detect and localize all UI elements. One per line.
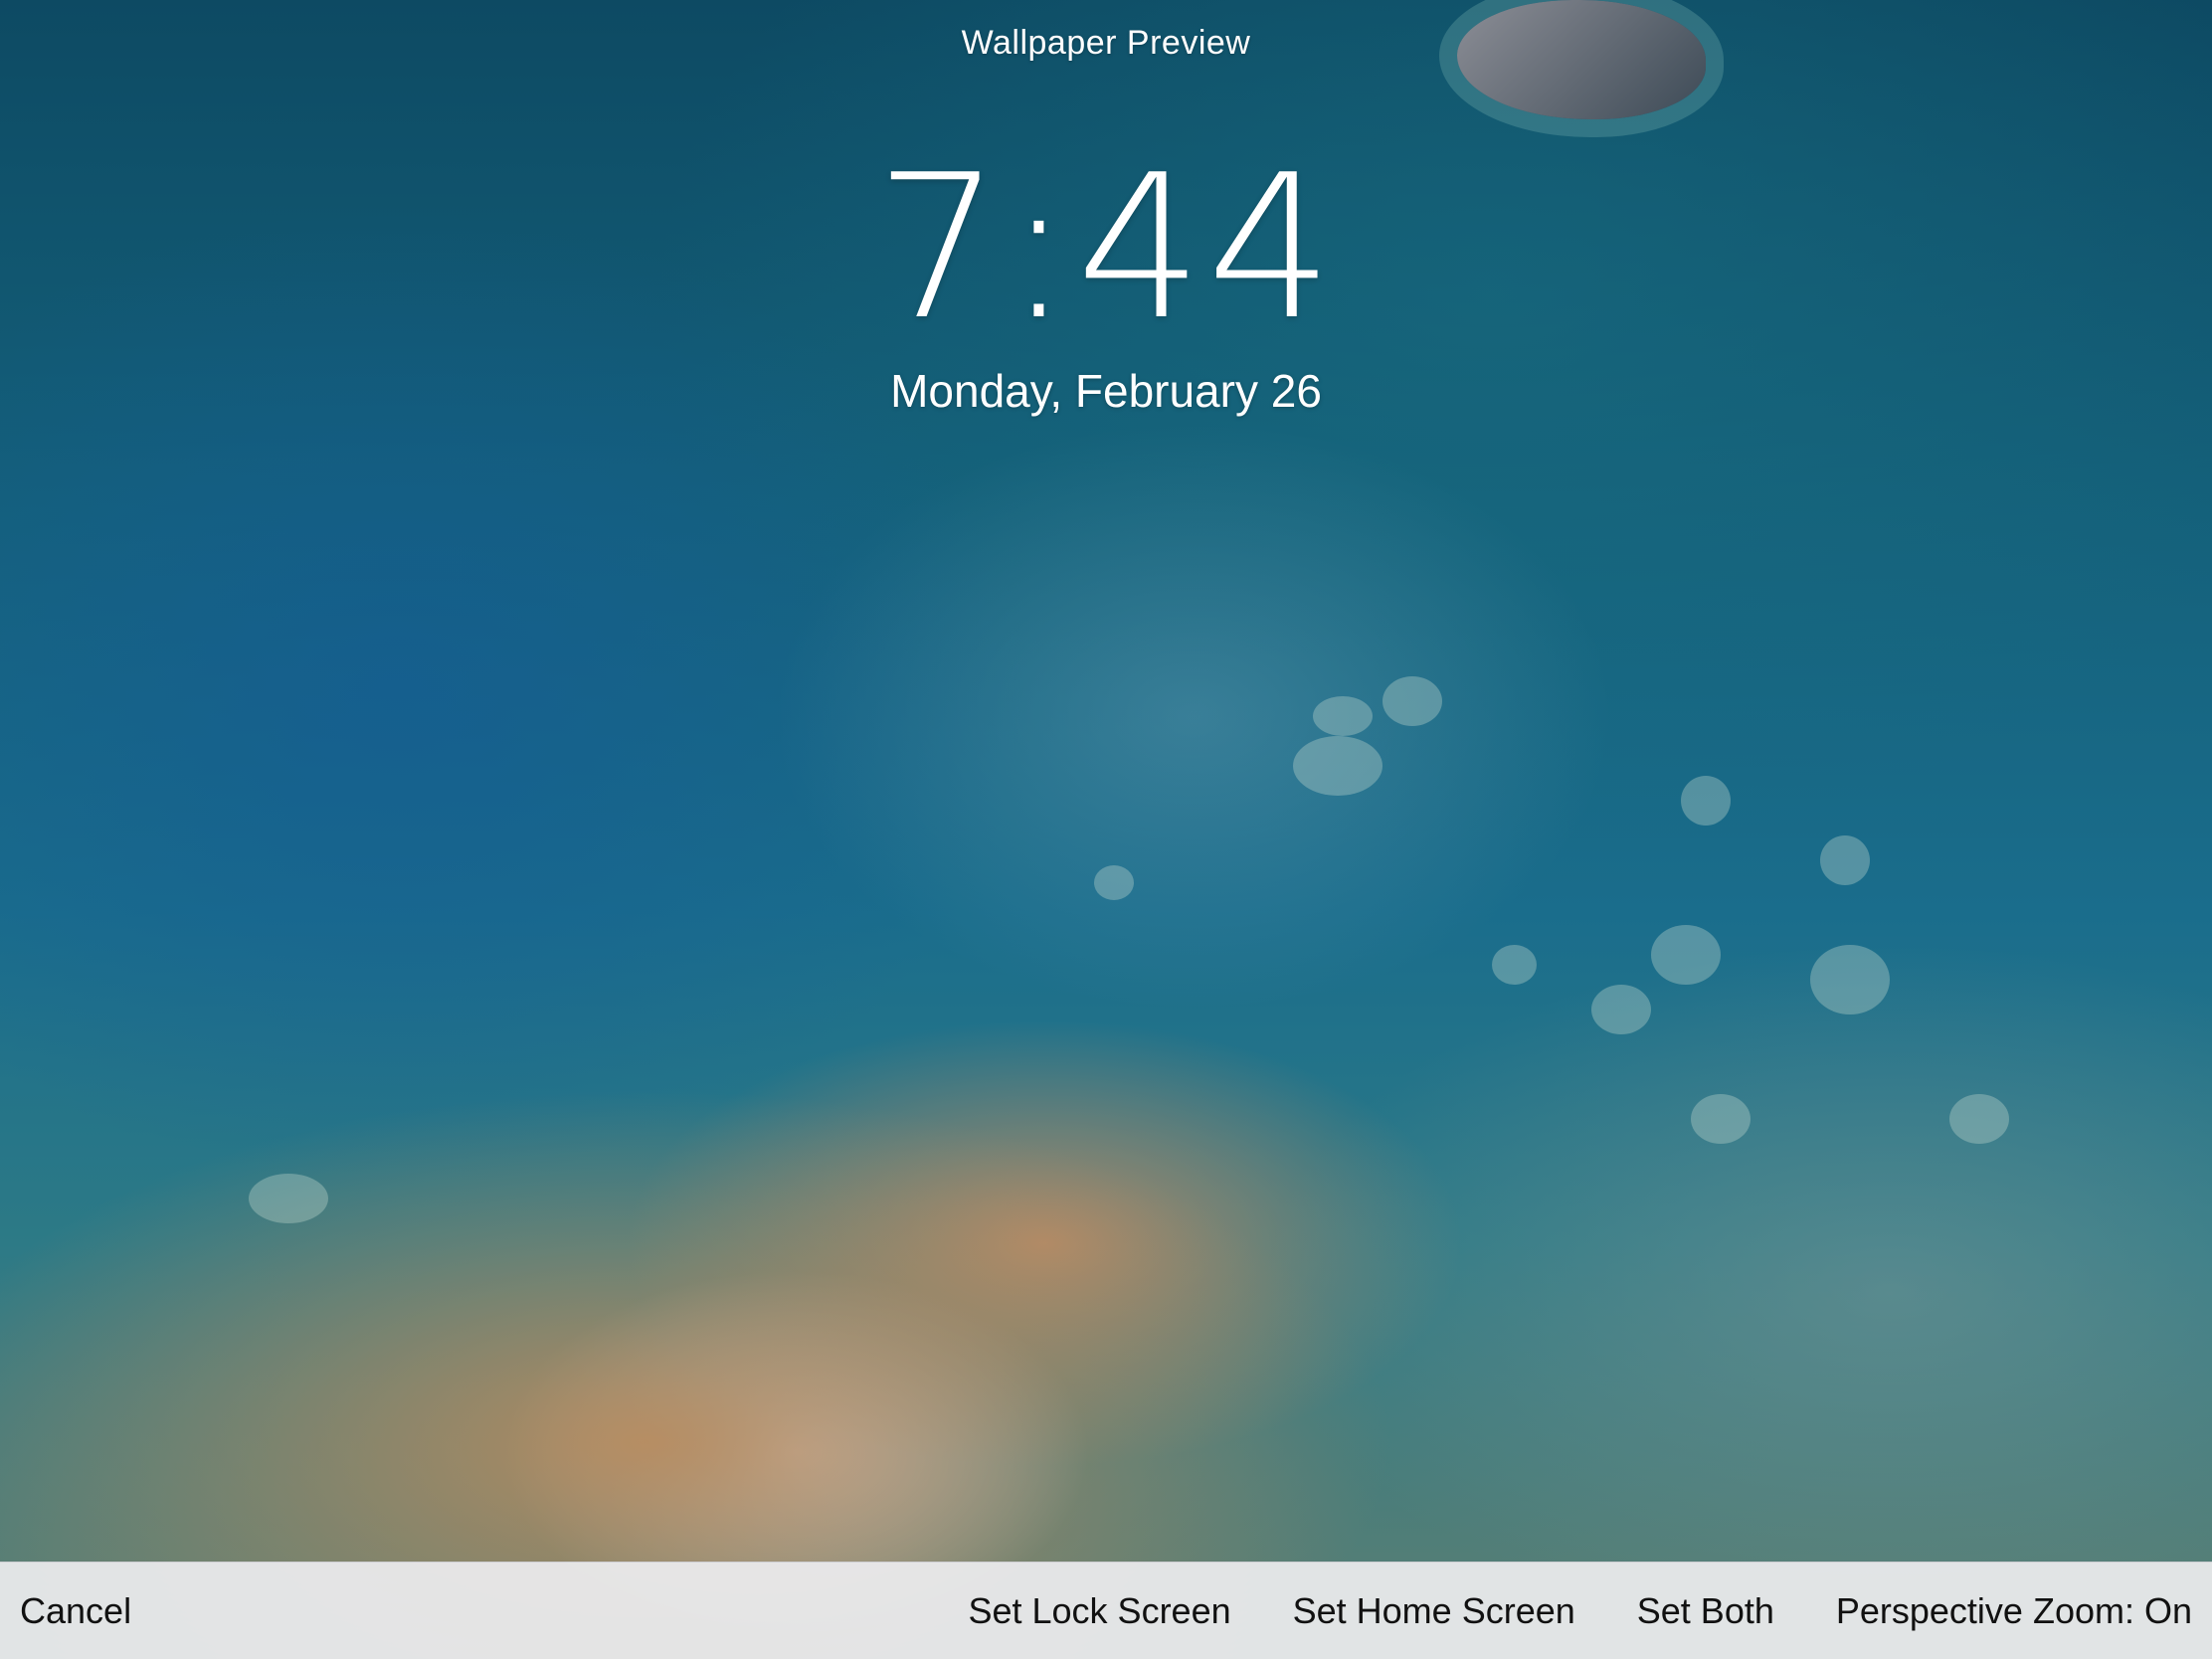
lock-screen-time: 7:44 <box>874 132 1338 364</box>
speckle <box>1382 676 1442 726</box>
speckle <box>249 1174 328 1223</box>
toolbar-actions: Set Lock Screen Set Home Screen Set Both… <box>968 1590 2192 1632</box>
speckle <box>1691 1094 1751 1144</box>
set-home-screen-button[interactable]: Set Home Screen <box>1293 1590 1575 1632</box>
speckle <box>1681 776 1731 826</box>
speckle <box>1651 925 1721 985</box>
set-lock-screen-button[interactable]: Set Lock Screen <box>968 1590 1230 1632</box>
speckle <box>1492 945 1537 985</box>
speckle <box>1810 945 1890 1014</box>
speckle <box>1094 865 1134 900</box>
cancel-button[interactable]: Cancel <box>20 1590 131 1632</box>
wallpaper-preview-screen: Wallpaper Preview 7:44 Monday, February … <box>0 0 2212 1659</box>
speckle <box>1949 1094 2009 1144</box>
speckle <box>1591 985 1651 1034</box>
bottom-toolbar: Cancel Set Lock Screen Set Home Screen S… <box>0 1562 2212 1659</box>
set-both-button[interactable]: Set Both <box>1637 1590 1774 1632</box>
speckle <box>1313 696 1373 736</box>
lock-screen-date: Monday, February 26 <box>890 365 1322 417</box>
speckle <box>1820 835 1870 885</box>
speckle <box>1293 736 1382 796</box>
page-title: Wallpaper Preview <box>961 24 1251 62</box>
perspective-zoom-toggle[interactable]: Perspective Zoom: On <box>1836 1590 2192 1632</box>
